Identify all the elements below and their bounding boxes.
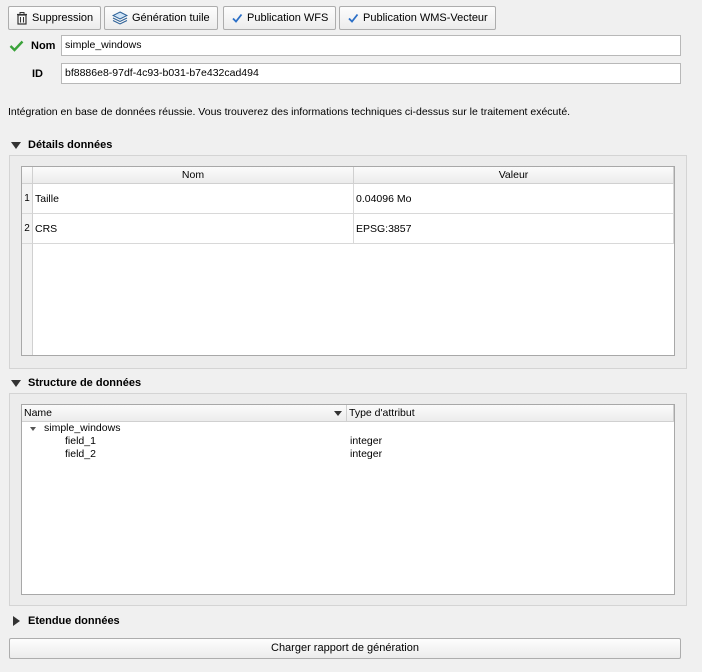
checkbox-checked-icon — [232, 13, 243, 23]
table-cell-valeur[interactable]: 0.04096 Mo — [354, 184, 674, 214]
id-field[interactable]: bf8886e8-97df-4c93-b031-b7e432cad494 — [61, 63, 681, 84]
structure-section-toggle[interactable]: Structure de données — [11, 377, 141, 389]
row-number: 1 — [22, 184, 33, 214]
tree-root-item[interactable]: simple_windows — [44, 422, 120, 435]
column-header-type[interactable]: Type d'attribut — [347, 405, 674, 422]
checkbox-checked-icon — [348, 13, 359, 23]
triangle-down-icon — [11, 141, 21, 149]
trash-icon — [17, 11, 27, 25]
table-cell-valeur[interactable]: EPSG:3857 — [354, 214, 674, 244]
suppression-label: Suppression — [32, 12, 94, 24]
details-section-title: Détails données — [28, 139, 113, 151]
charger-rapport-button[interactable]: Charger rapport de génération — [9, 638, 681, 659]
tree-field-name[interactable]: field_1 — [65, 435, 96, 448]
tree-field-type: integer — [350, 435, 383, 447]
publication-wms-label: Publication WMS-Vecteur — [363, 12, 488, 24]
suppression-button[interactable]: Suppression — [8, 6, 102, 30]
row-number: 2 — [22, 214, 33, 244]
column-header-name-label: Name — [24, 407, 53, 419]
table-cell-nom[interactable]: Taille — [33, 184, 354, 214]
table-cell-nom[interactable]: CRS — [33, 214, 354, 244]
details-section-toggle[interactable]: Détails données — [11, 139, 112, 151]
status-message: Intégration en base de données réussie. … — [8, 106, 571, 118]
tree-field-type: integer — [350, 448, 383, 460]
structure-section-title: Structure de données — [28, 377, 142, 389]
publication-wms-button[interactable]: Publication WMS-Vecteur — [339, 6, 496, 30]
generation-tuile-label: Génération tuile — [132, 12, 210, 24]
etendue-section-title: Etendue données — [28, 615, 120, 627]
column-header-valeur[interactable]: Valeur — [354, 167, 674, 184]
column-header-name[interactable]: Name — [22, 405, 347, 422]
tree-field-name[interactable]: field_2 — [65, 448, 96, 461]
corner-header — [22, 167, 33, 184]
column-header-nom[interactable]: Nom — [33, 167, 354, 184]
details-table[interactable]: Nom Valeur 1 Taille 0.04096 Mo 2 CRS EPS… — [21, 166, 675, 356]
structure-tree[interactable]: Name Type d'attribut simple_windows fiel… — [21, 404, 675, 595]
sort-down-icon — [334, 411, 342, 416]
nom-field[interactable]: simple_windows — [61, 35, 681, 56]
nom-label: Nom — [31, 40, 56, 52]
publication-wfs-label: Publication WFS — [247, 12, 329, 24]
publication-wfs-button[interactable]: Publication WFS — [223, 6, 337, 30]
tree-expand-icon[interactable] — [30, 427, 36, 431]
generation-tuile-button[interactable]: Génération tuile — [104, 6, 218, 30]
triangle-down-icon — [11, 379, 21, 387]
check-icon — [9, 40, 24, 52]
etendue-section-toggle[interactable]: Etendue données — [11, 615, 120, 627]
layers-icon — [112, 11, 128, 25]
id-label: ID — [32, 68, 43, 80]
row-header-filler — [22, 244, 33, 355]
triangle-right-icon — [13, 616, 20, 626]
